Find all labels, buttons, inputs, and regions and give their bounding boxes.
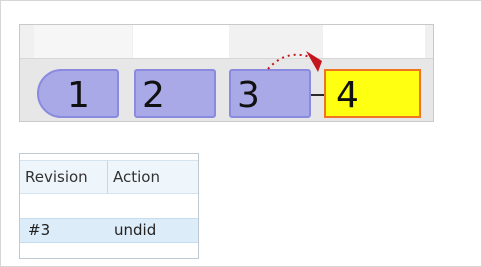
revision-table-header: Revision Action — [20, 160, 198, 194]
revision-connector — [311, 94, 324, 96]
cell-action: undid — [114, 221, 157, 239]
revision-header-cell-2 — [133, 25, 229, 58]
revision-node-1[interactable]: 1 — [37, 69, 119, 118]
app-frame: 1 2 3 4 Revision Action #3 undid — [0, 0, 482, 267]
revision-header-cell-1 — [34, 25, 132, 58]
table-row-selected[interactable]: #3 undid — [20, 218, 198, 243]
column-header-revision[interactable]: Revision — [20, 161, 108, 193]
table-row[interactable] — [20, 196, 198, 220]
undo-arrow-icon — [267, 51, 322, 72]
column-header-action[interactable]: Action — [108, 161, 198, 193]
cell-revision: #3 — [28, 221, 51, 239]
revision-strip: 1 2 3 4 — [19, 24, 434, 122]
cell-revision — [28, 196, 106, 219]
cell-action — [114, 196, 194, 219]
revision-node-2[interactable]: 2 — [134, 69, 216, 118]
revision-strip-header — [20, 25, 433, 59]
revision-table: Revision Action #3 undid — [19, 153, 199, 259]
